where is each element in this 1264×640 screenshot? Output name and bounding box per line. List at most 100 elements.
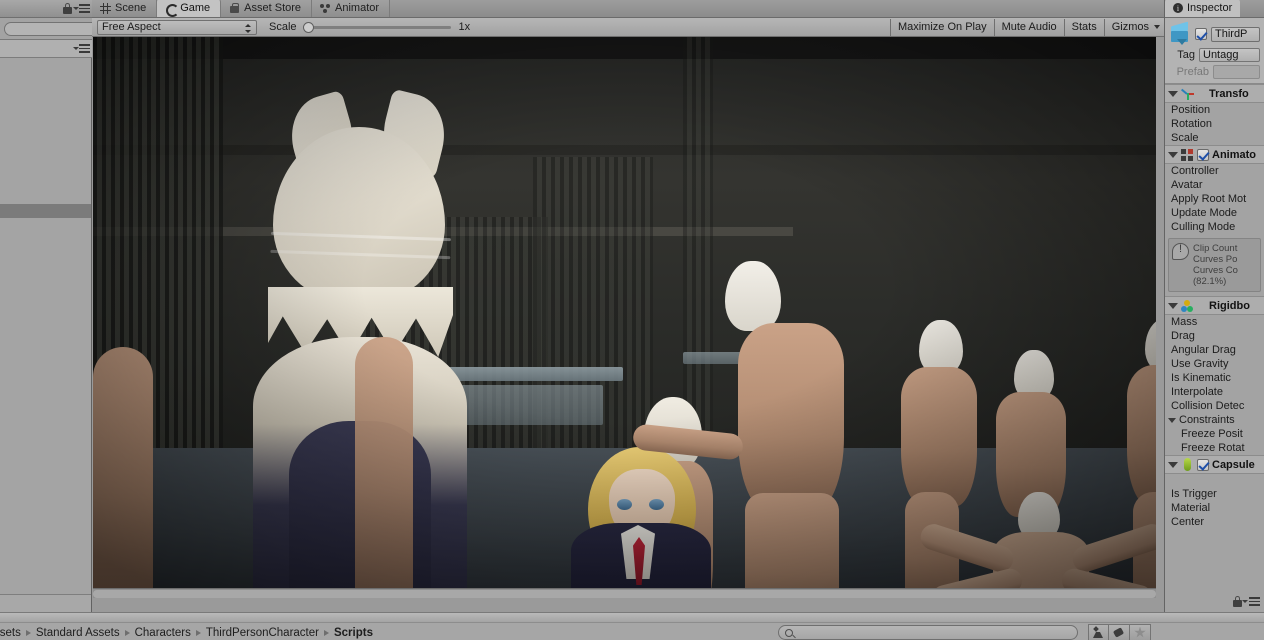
breadcrumb-item-standard-assets[interactable]: Standard Assets [36,627,120,639]
label-filter-button[interactable] [1109,624,1130,640]
tab-asset-store[interactable]: Asset Store [221,0,313,17]
tag-dropdown[interactable]: Untagg [1199,48,1260,62]
breadcrumb-separator-icon [195,630,201,636]
foldout-arrow-icon[interactable] [1168,302,1178,309]
property-interpolate[interactable]: Interpolate [1165,385,1264,399]
hierarchy-list[interactable] [0,58,91,612]
gameobject-active-checkbox[interactable] [1195,28,1207,40]
chevron-down-icon[interactable] [1154,25,1160,29]
property-collision-detection[interactable]: Collision Detec [1165,399,1264,413]
property-scale[interactable]: Scale [1165,131,1264,145]
lock-icon[interactable] [1233,596,1242,607]
property-mass[interactable]: Mass [1165,315,1264,329]
favorite-button[interactable] [1130,624,1151,640]
favorite-star-icon [1134,626,1146,638]
component-header-animator[interactable]: Animato [1165,145,1264,164]
property-freeze-rotation[interactable]: Freeze Rotat [1165,441,1264,455]
store-icon [229,2,240,14]
component-title-animator: Animato [1212,148,1256,161]
breadcrumb-separator-icon [323,630,329,636]
tab-animator[interactable]: Animator [312,0,391,17]
component-title-capsule: Capsule [1212,458,1255,471]
project-panel-bar: ssets Standard Assets Characters ThirdPe… [0,612,1264,640]
warning-line: Clip Count [1193,243,1238,254]
component-header-rigidbody[interactable]: Rigidbo [1165,296,1264,315]
stats-button[interactable]: Stats [1063,18,1104,36]
gizmos-button[interactable]: Gizmos [1103,18,1164,36]
gameobject-name-field[interactable]: ThirdP [1211,26,1260,42]
property-avatar[interactable]: Avatar [1165,178,1264,192]
avatar-filter-button[interactable] [1088,624,1109,640]
hamburger-menu-icon[interactable] [1249,597,1260,606]
property-angular-drag[interactable]: Angular Drag [1165,343,1264,357]
property-rotation[interactable]: Rotation [1165,117,1264,131]
scale-label: Scale [269,21,297,33]
property-drag[interactable]: Drag [1165,329,1264,343]
scale-slider[interactable] [302,20,451,35]
game-view-scrollbar[interactable] [93,588,1156,598]
property-is-kinematic[interactable]: Is Kinematic [1165,371,1264,385]
scale-slider-knob[interactable] [302,21,314,33]
hierarchy-bottom-strip [0,594,91,612]
tab-game-label: Game [180,2,211,14]
aspect-ratio-value: Free Aspect [102,21,161,33]
project-panel-options [1230,596,1260,608]
breadcrumb-item-scripts[interactable]: Scripts [334,627,373,639]
game-view-scrollbar-thumb[interactable] [93,590,1156,598]
property-culling-mode[interactable]: Culling Mode [1165,220,1264,234]
property-apply-root-motion[interactable]: Apply Root Mot [1165,192,1264,206]
foldout-arrow-icon[interactable] [1168,90,1178,97]
tab-game[interactable]: Game [157,0,222,17]
avatar-filter-icon [1093,627,1104,638]
transform-icon [1180,87,1194,100]
search-icon [785,628,793,637]
animator-icon [320,3,331,14]
foldout-arrow-icon[interactable] [1168,151,1178,158]
component-header-transform[interactable]: Transfo [1165,84,1264,103]
gizmos-label: Gizmos [1111,21,1149,33]
project-search-input[interactable] [778,625,1078,640]
lock-icon[interactable] [63,3,72,14]
tab-scene[interactable]: Scene [92,0,158,17]
warning-line: (82.1%) [1193,276,1227,287]
breadcrumb-item-assets[interactable]: ssets [0,627,21,639]
property-use-gravity[interactable]: Use Gravity [1165,357,1264,371]
animator-component-icon [1181,148,1194,161]
scene-vignette [93,37,1156,588]
hamburger-menu-icon[interactable] [79,4,90,13]
property-position[interactable]: Position [1165,103,1264,117]
aspect-ratio-dropdown[interactable]: Free Aspect [97,19,257,35]
property-controller[interactable]: Controller [1165,164,1264,178]
component-header-capsule-collider[interactable]: Capsule [1165,455,1264,474]
property-update-mode[interactable]: Update Mode [1165,206,1264,220]
foldout-arrow-icon[interactable] [1168,461,1178,468]
hierarchy-search-input[interactable] [4,22,100,36]
constraints-label: Constraints [1179,414,1235,426]
property-freeze-position[interactable]: Freeze Posit [1165,427,1264,441]
hamburger-menu-icon[interactable] [79,44,90,53]
mute-audio-button[interactable]: Mute Audio [993,18,1064,36]
property-is-trigger[interactable]: Is Trigger [1165,474,1264,501]
breadcrumb-item-characters[interactable]: Characters [135,627,191,639]
animator-enabled-checkbox[interactable] [1197,148,1209,161]
stats-label: Stats [1071,21,1097,33]
property-material[interactable]: Material [1165,501,1264,515]
updown-arrows-icon [245,23,252,34]
breadcrumb-separator-icon [124,630,130,636]
breadcrumb: ssets Standard Assets Characters ThirdPe… [0,625,373,640]
hierarchy-selected-row[interactable] [0,204,91,218]
capsule-enabled-checkbox[interactable] [1197,458,1209,471]
game-view-toolbar-right: Maximize On Play Mute Audio Stats Gizmos [889,18,1164,37]
foldout-arrow-icon[interactable] [1168,417,1176,423]
game-icon [165,3,180,17]
maximize-on-play-label: Maximize On Play [897,21,987,33]
chevron-down-icon[interactable] [1242,600,1248,603]
tab-inspector[interactable]: i Inspector [1165,0,1241,17]
maximize-on-play-button[interactable]: Maximize On Play [889,18,994,36]
inspector-tabbar: i Inspector [1165,0,1264,18]
foldout-constraints[interactable]: Constraints [1165,413,1264,427]
prefab-label: Prefab [1176,66,1209,78]
breadcrumb-item-thirdpersoncharacter[interactable]: ThirdPersonCharacter [206,627,319,639]
property-center[interactable]: Center [1165,515,1264,529]
game-viewport[interactable] [93,37,1156,588]
